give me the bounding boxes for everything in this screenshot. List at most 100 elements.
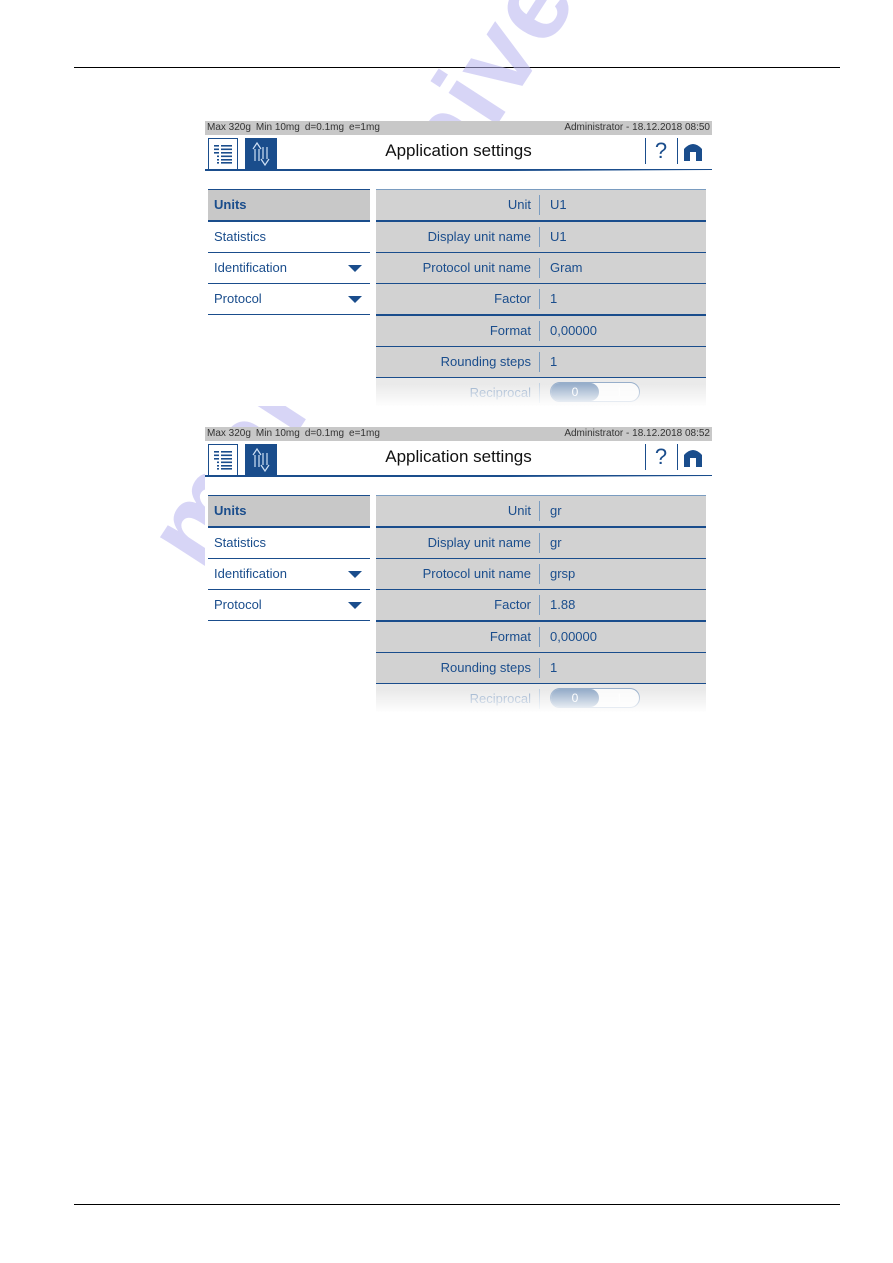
setting-row-format[interactable]: Format 0,00000 [376,622,706,653]
settings-list: Unit gr Display unit name gr Protocol unit n… [376,495,706,712]
home-icon [684,450,702,467]
datetime: 18.12.2018 08:52 [632,428,710,439]
setting-row-factor[interactable]: Factor 1 [376,284,706,316]
caret-down-icon [348,265,362,272]
settings-list: Unit U1 Display unit name U1 Protocol unit n… [376,189,706,406]
setting-row-display-unit-name[interactable]: Display unit name gr [376,528,706,559]
setting-row-protocol-unit-name[interactable]: Protocol unit name grsp [376,559,706,590]
datetime: 18.12.2018 08:50 [632,122,710,133]
spec-d: d=0.1mg [304,428,345,439]
user-name: Administrator [564,122,624,133]
sidebar-item-statistics[interactable]: Statistics [208,528,370,559]
home-icon [684,144,702,161]
home-button[interactable] [677,138,708,164]
toggle-option-on[interactable]: 0 [551,689,599,707]
sidebar-item-label: Protocol [214,597,262,612]
sidebar-item-label: Units [214,503,247,518]
setting-row-display-unit-name[interactable]: Display unit name U1 [376,222,706,253]
setting-row-unit[interactable]: Unit gr [376,495,706,528]
sidebar-item-label: Protocol [214,291,262,306]
sidebar-item-label: Statistics [214,535,267,550]
spec-e: e=1mg [349,428,380,439]
user-datetime: Administrator - 18.12.2018 08:50 [564,121,710,135]
page-title: Application settings [385,141,532,160]
page-header-rule [74,67,840,68]
user-datetime: Administrator - 18.12.2018 08:52 [564,427,710,441]
sidebar-item-units[interactable]: Units [208,495,370,528]
setting-value[interactable]: 0,00000 [540,316,597,346]
caret-down-icon [348,602,362,609]
sidebar-item-protocol[interactable]: Protocol [208,284,370,315]
sidebar-item-label: Identification [214,260,287,275]
setting-row-reciprocal[interactable]: Reciprocal 0 I [376,684,706,712]
setting-value[interactable]: 1 [540,347,557,377]
setting-value[interactable]: 1 [540,653,557,683]
settings-sidebar: Units Statistics Identification Protocol [208,495,370,621]
setting-value[interactable]: grsp [540,559,575,589]
setting-row-rounding-steps[interactable]: Rounding steps 1 [376,347,706,378]
setting-value[interactable]: Gram [540,253,583,283]
setting-label: Reciprocal [376,689,540,709]
spec-min: Min 10mg [255,428,300,439]
setting-label: Display unit name [376,533,540,553]
setting-label: Unit [376,195,540,215]
sidebar-item-units[interactable]: Units [208,189,370,222]
sidebar-item-identification[interactable]: Identification [208,559,370,590]
separator: - [626,428,630,439]
setting-label: Format [376,321,540,341]
page-title: Application settings [385,447,532,466]
settings-sidebar: Units Statistics Identification Protocol [208,189,370,315]
setting-row-unit[interactable]: Unit U1 [376,189,706,222]
separator: - [626,122,630,133]
scale-specs: Max 320g Min 10mg d=0.1mg e=1mg [207,427,385,441]
reciprocal-toggle[interactable]: 0I [550,688,640,708]
setting-row-format[interactable]: Format 0,00000 [376,316,706,347]
help-button[interactable]: ? [645,444,676,470]
reciprocal-toggle[interactable]: 0I [550,382,640,402]
setting-label: Factor [376,595,540,615]
scale-specs: Max 320g Min 10mg d=0.1mg e=1mg [207,121,385,135]
toggle-option-off[interactable]: I [618,689,621,707]
toggle-option-off[interactable]: I [618,383,621,401]
setting-label: Protocol unit name [376,258,540,278]
setting-value[interactable]: gr [540,496,562,526]
setting-label: Display unit name [376,227,540,247]
user-name: Administrator [564,428,624,439]
home-button[interactable] [677,444,708,470]
caret-down-icon [348,296,362,303]
setting-label: Unit [376,501,540,521]
sidebar-item-label: Units [214,197,247,212]
setting-label: Format [376,627,540,647]
sidebar-item-statistics[interactable]: Statistics [208,222,370,253]
status-bar: Max 320g Min 10mg d=0.1mg e=1mg Administrat… [205,427,712,441]
spec-min: Min 10mg [255,122,300,133]
status-bar: Max 320g Min 10mg d=0.1mg e=1mg Administrat… [205,121,712,135]
setting-value[interactable]: 1 [540,284,557,314]
sidebar-item-protocol[interactable]: Protocol [208,590,370,621]
setting-row-reciprocal[interactable]: Reciprocal 0 I [376,378,706,406]
setting-label: Rounding steps [376,352,540,372]
spec-e: e=1mg [349,122,380,133]
spec-max: Max 320g [207,428,251,439]
setting-value[interactable]: U1 [540,190,567,220]
help-button[interactable]: ? [645,138,676,164]
setting-value[interactable]: gr [540,528,562,558]
sidebar-item-label: Identification [214,566,287,581]
setting-value[interactable]: U1 [540,222,567,252]
screenshot-1: Max 320g Min 10mg d=0.1mg e=1mg Administrat… [205,121,712,406]
toggle-option-on[interactable]: 0 [551,383,599,401]
setting-value[interactable]: 1.88 [540,590,575,620]
setting-value[interactable]: 0,00000 [540,622,597,652]
sidebar-item-label: Statistics [214,229,267,244]
setting-row-rounding-steps[interactable]: Rounding steps 1 [376,653,706,684]
page-footer-rule [74,1204,840,1205]
setting-label: Rounding steps [376,658,540,678]
spec-d: d=0.1mg [304,122,345,133]
caret-down-icon [348,571,362,578]
setting-row-protocol-unit-name[interactable]: Protocol unit name Gram [376,253,706,284]
setting-label: Reciprocal [376,383,540,403]
app-header: Application settings ? [205,135,712,171]
setting-row-factor[interactable]: Factor 1.88 [376,590,706,622]
setting-label: Protocol unit name [376,564,540,584]
sidebar-item-identification[interactable]: Identification [208,253,370,284]
